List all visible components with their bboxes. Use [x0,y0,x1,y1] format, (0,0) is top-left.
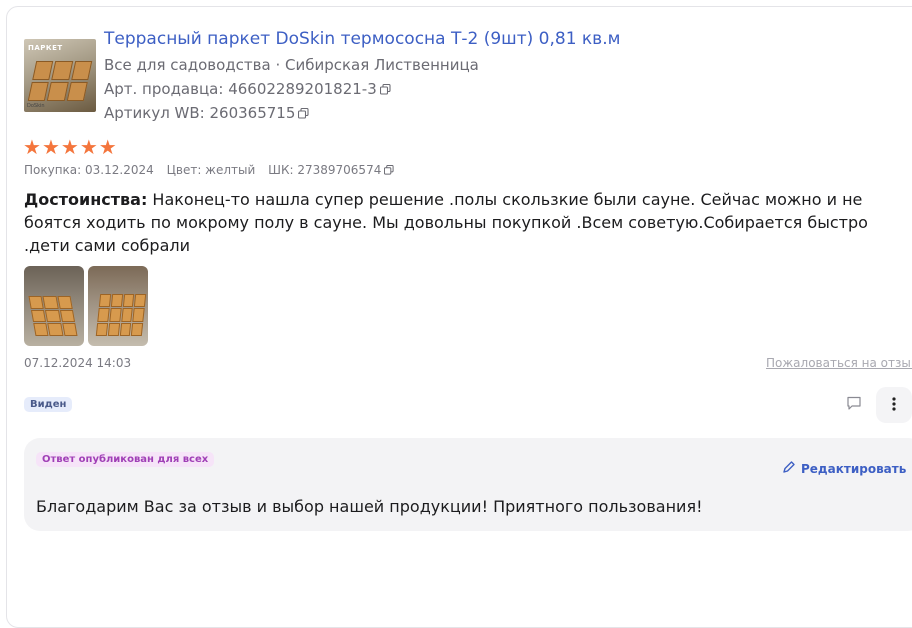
review-photo[interactable] [88,266,148,346]
product-thumbnail[interactable]: ПАРКЕТ DoSkin [24,39,96,112]
review-photos [24,266,148,346]
product-title-link[interactable]: Террасный паркет DoSkin термососна Т-2 (… [104,29,620,49]
product-color: Цвет: желтый [166,163,256,177]
more-button[interactable] [876,387,912,423]
complain-link[interactable]: Пожаловаться на отзыв [766,356,912,370]
pros-text: Наконец-то нашла супер решение .полы ско… [24,190,868,255]
seller-answer: Ответ опубликован для всех Редактировать… [24,438,912,531]
comment-icon [846,395,862,415]
review-date: 07.12.2024 14:03 [24,356,132,370]
star-icon: ★ [98,135,117,159]
copy-icon[interactable] [379,81,391,99]
review-photo[interactable] [24,266,84,346]
answer-status-badge: Ответ опубликован для всех [36,452,215,467]
pros-label: Достоинства: [24,190,148,209]
product-category: Все для садоводства · Сибирская Лиственн… [104,56,479,74]
comment-button[interactable] [836,387,872,423]
copy-icon[interactable] [384,164,394,178]
parquet-tiles-illustration [27,61,93,101]
thumbnail-label: ПАРКЕТ [28,44,63,52]
more-vertical-icon [892,396,896,415]
copy-icon[interactable] [298,105,309,123]
wb-article-row: Артикул WB: 260365715 [104,104,309,123]
purchase-info: Покупка: 03.12.2024 Цвет: желтый ШК: 273… [24,163,403,178]
seller-article-row: Арт. продавца: 46602289201821-3 [104,80,391,99]
purchase-date: Покупка: 03.12.2024 [24,163,154,177]
star-icon: ★ [60,135,79,159]
rating-stars: ★ ★ ★ ★ ★ [23,137,117,157]
wb-article: Артикул WB: 260365715 [104,104,296,122]
star-icon: ★ [41,135,60,159]
star-icon: ★ [23,135,41,159]
seller-article: Арт. продавца: 46602289201821-3 [104,80,377,98]
review-text: Достоинства: Наконец-то нашла супер реше… [24,188,912,257]
barcode: ШК: 27389706574 [268,163,382,177]
status-badge: Виден [24,397,73,412]
edit-answer-label: Редактировать [801,461,907,476]
thumbnail-brand: DoSkin [27,103,45,109]
star-icon: ★ [79,135,98,159]
edit-answer-button[interactable]: Редактировать [782,460,906,477]
pencil-icon [782,460,796,477]
answer-text: Благодарим Вас за отзыв и выбор нашей пр… [36,497,703,516]
